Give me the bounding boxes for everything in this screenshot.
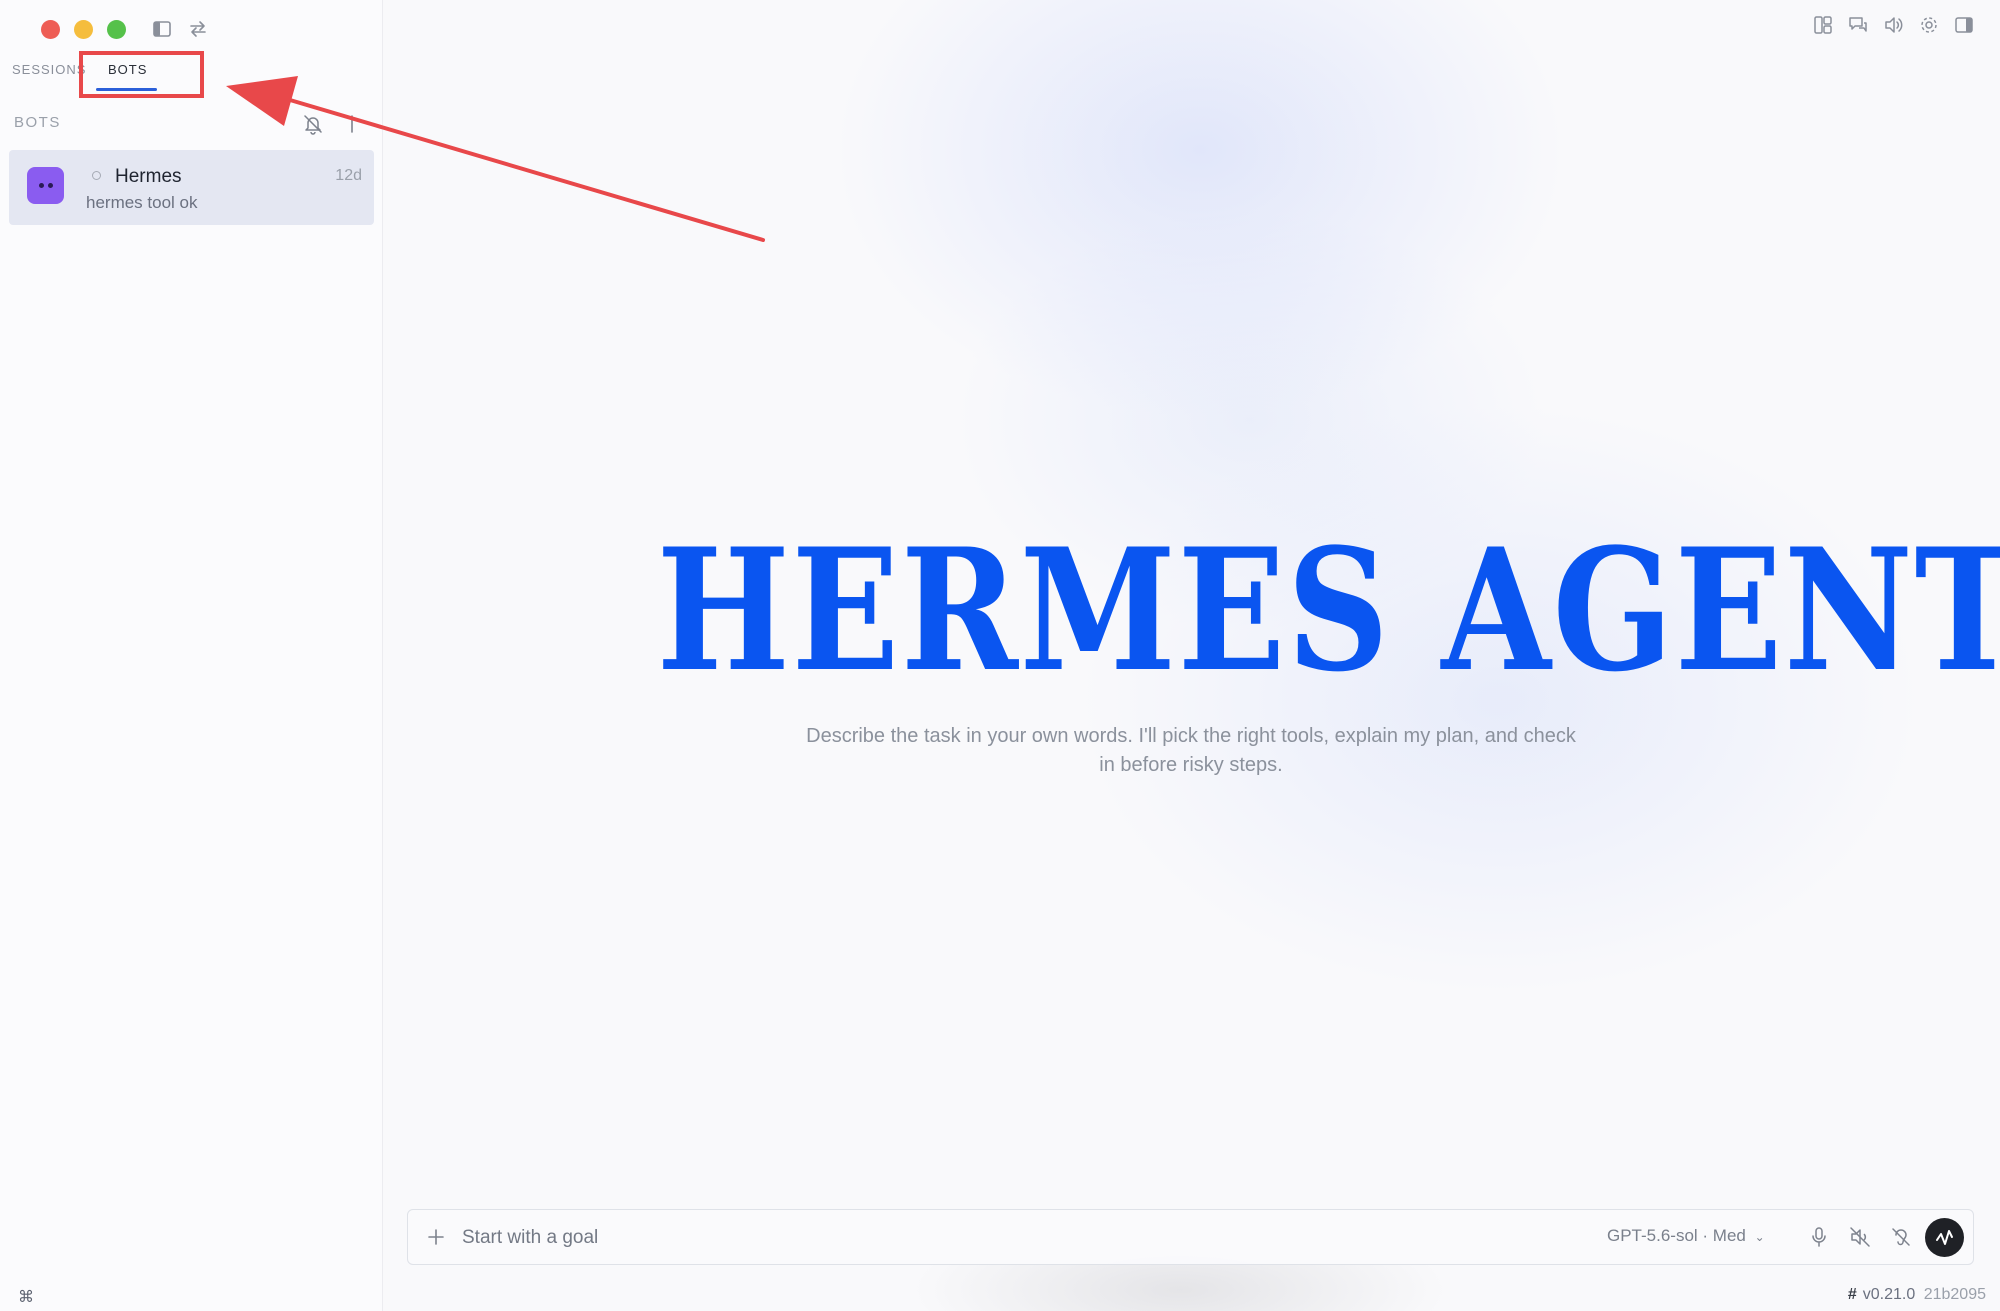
hero-subtitle: Describe the task in your own words. I'l…: [795, 722, 1587, 780]
hearing-off-icon[interactable]: [1889, 1225, 1913, 1249]
right-panel-icon[interactable]: [1953, 14, 1975, 36]
tab-sessions[interactable]: SESSIONS: [12, 62, 86, 77]
window-maximize-button[interactable]: [107, 20, 126, 39]
waveform-icon: [1936, 1230, 1953, 1245]
hash-icon: #: [1847, 1286, 1857, 1303]
window-close-button[interactable]: [41, 20, 60, 39]
command-icon[interactable]: ⌘: [18, 1287, 34, 1307]
version-number: v0.21.0: [1862, 1286, 1916, 1303]
build-hash: 21b2095: [1923, 1286, 1986, 1303]
bot-preview: hermes tool ok: [86, 193, 198, 212]
app-window: SESSIONS BOTS BOTS Hermes 12d hermes too…: [0, 0, 2000, 1311]
hero-subtitle-line: Describe the task in your own words. I'l…: [806, 725, 1576, 747]
bell-off-icon[interactable]: [302, 113, 324, 135]
speaker-icon[interactable]: [1882, 14, 1904, 36]
voice-off-icon[interactable]: [1848, 1225, 1872, 1249]
version-info: # v0.21.0 21b2095: [1848, 1286, 1986, 1304]
bot-name: Hermes: [115, 166, 182, 187]
chat-icon[interactable]: [1847, 14, 1869, 36]
bot-avatar: [27, 167, 64, 204]
goal-input[interactable]: [460, 1220, 1464, 1256]
avatar-eye: [48, 183, 53, 188]
swap-icon[interactable]: [187, 18, 209, 40]
bot-timestamp: 12d: [335, 167, 362, 184]
model-select[interactable]: GPT-5.6-sol · Med ⌄: [1607, 1226, 1765, 1246]
sidebar-toggle-icon[interactable]: [151, 18, 173, 40]
bot-list-item[interactable]: Hermes 12d hermes tool ok: [9, 150, 374, 225]
add-bot-icon[interactable]: [342, 113, 362, 135]
status-indicator: [92, 171, 101, 180]
hero-title: HERMES AGENT: [656, 511, 2000, 709]
model-label: GPT-5.6-sol · Med: [1607, 1226, 1746, 1245]
layout-icon[interactable]: [1812, 14, 1834, 36]
window-minimize-button[interactable]: [74, 20, 93, 39]
annotation-highlight-box: [79, 51, 204, 98]
avatar-eye: [39, 183, 44, 188]
hero-subtitle-line: in before risky steps.: [1099, 754, 1283, 776]
composer: GPT-5.6-sol · Med ⌄: [407, 1209, 1974, 1265]
chevron-down-icon: ⌄: [1754, 1230, 1765, 1244]
sidebar: SESSIONS BOTS BOTS Hermes 12d hermes too…: [0, 0, 383, 1311]
voice-mode-button[interactable]: [1925, 1218, 1964, 1257]
gear-icon[interactable]: [1918, 14, 1940, 36]
microphone-icon[interactable]: [1807, 1225, 1831, 1249]
section-label: BOTS: [14, 114, 61, 131]
plus-icon[interactable]: [426, 1227, 446, 1247]
